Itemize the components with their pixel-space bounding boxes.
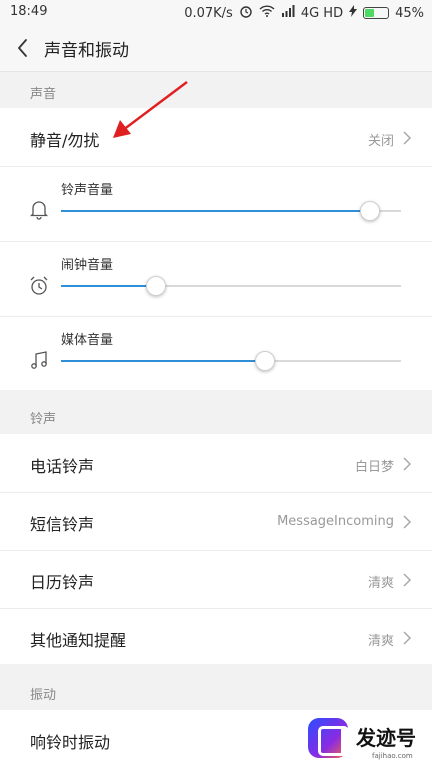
media-volume-row: 媒体音量 bbox=[0, 317, 432, 390]
status-time: 18:49 bbox=[10, 4, 48, 19]
section-label-sound: 声音 bbox=[30, 87, 57, 102]
media-volume-slider[interactable] bbox=[61, 351, 401, 371]
status-icons: 0.07K/s 4G HD 45% bbox=[184, 4, 424, 22]
annotation-arrow bbox=[113, 81, 188, 138]
sms-ringtone-value: MessageIncoming bbox=[277, 514, 394, 529]
ringtone-volume-label: 铃声音量 bbox=[61, 183, 114, 198]
chevron-right-icon bbox=[403, 515, 412, 529]
sound-card: 静音/勿扰 关闭 铃声音量 闹钟音量 媒体音量 bbox=[0, 108, 432, 390]
ringtone-volume-slider[interactable] bbox=[61, 201, 401, 221]
other-notification-value: 清爽 bbox=[367, 634, 394, 649]
brand-logo bbox=[308, 718, 349, 758]
music-note-icon bbox=[31, 351, 47, 369]
phone-ringtone-value: 白日梦 bbox=[354, 460, 394, 475]
ringtone-volume-row: 铃声音量 bbox=[0, 167, 432, 241]
mute-row[interactable]: 静音/勿扰 关闭 bbox=[0, 108, 432, 166]
other-notification-row[interactable]: 其他通知提醒 清爽 bbox=[0, 609, 432, 664]
battery-icon bbox=[363, 7, 390, 19]
other-notification-label: 其他通知提醒 bbox=[30, 631, 127, 650]
mute-value: 关闭 bbox=[367, 134, 394, 149]
slider-thumb[interactable] bbox=[255, 351, 275, 371]
slider-thumb[interactable] bbox=[146, 276, 167, 296]
battery-percent: 45% bbox=[395, 5, 424, 21]
section-label-ringtones: 铃声 bbox=[30, 412, 57, 427]
phone-ringtone-row[interactable]: 电话铃声 白日梦 bbox=[0, 434, 432, 492]
page-title: 声音和振动 bbox=[44, 41, 129, 61]
watermark-brand: 发迹号 bbox=[356, 726, 416, 750]
signal-icon bbox=[281, 5, 295, 21]
alarm-status-icon bbox=[239, 4, 253, 22]
status-bar: 18:49 0.07K/s 4G HD 45% bbox=[0, 0, 432, 24]
vibrate-on-ring-label: 响铃时振动 bbox=[30, 733, 111, 752]
chevron-right-icon bbox=[403, 131, 412, 145]
network-type: 4G HD bbox=[300, 5, 344, 21]
calendar-ringtone-row[interactable]: 日历铃声 清爽 bbox=[0, 551, 432, 608]
mute-label: 静音/勿扰 bbox=[30, 131, 100, 150]
wifi-icon bbox=[259, 5, 275, 21]
slider-fill bbox=[61, 210, 371, 212]
sms-ringtone-label: 短信铃声 bbox=[30, 515, 95, 534]
slider-fill bbox=[61, 285, 157, 287]
calendar-ringtone-label: 日历铃声 bbox=[30, 573, 95, 592]
ringtone-card: 电话铃声 白日梦 短信铃声 MessageIncoming 日历铃声 清爽 其他… bbox=[0, 434, 432, 664]
chevron-right-icon bbox=[403, 457, 412, 471]
sms-ringtone-row[interactable]: 短信铃声 MessageIncoming bbox=[0, 493, 432, 550]
calendar-ringtone-value: 清爽 bbox=[367, 576, 394, 591]
alarm-volume-row: 闹钟音量 bbox=[0, 242, 432, 316]
slider-fill bbox=[61, 360, 265, 362]
media-volume-label: 媒体音量 bbox=[61, 333, 114, 348]
charging-icon bbox=[349, 5, 358, 21]
back-button[interactable] bbox=[12, 34, 36, 62]
alarm-volume-slider[interactable] bbox=[61, 276, 401, 296]
slider-thumb[interactable] bbox=[360, 201, 381, 221]
phone-ringtone-label: 电话铃声 bbox=[30, 457, 95, 476]
chevron-right-icon bbox=[403, 573, 412, 587]
title-bar: 声音和振动 bbox=[0, 24, 432, 72]
alarm-clock-icon bbox=[30, 276, 48, 295]
chevron-left-icon bbox=[17, 39, 27, 57]
chevron-right-icon bbox=[403, 631, 412, 645]
alarm-volume-label: 闹钟音量 bbox=[61, 258, 114, 273]
section-label-vibration: 振动 bbox=[30, 688, 57, 703]
watermark: 发迹号 fajihao.com bbox=[300, 712, 432, 768]
watermark-domain: fajihao.com bbox=[372, 752, 413, 760]
bell-icon bbox=[29, 201, 49, 220]
net-speed: 0.07K/s bbox=[184, 5, 233, 21]
